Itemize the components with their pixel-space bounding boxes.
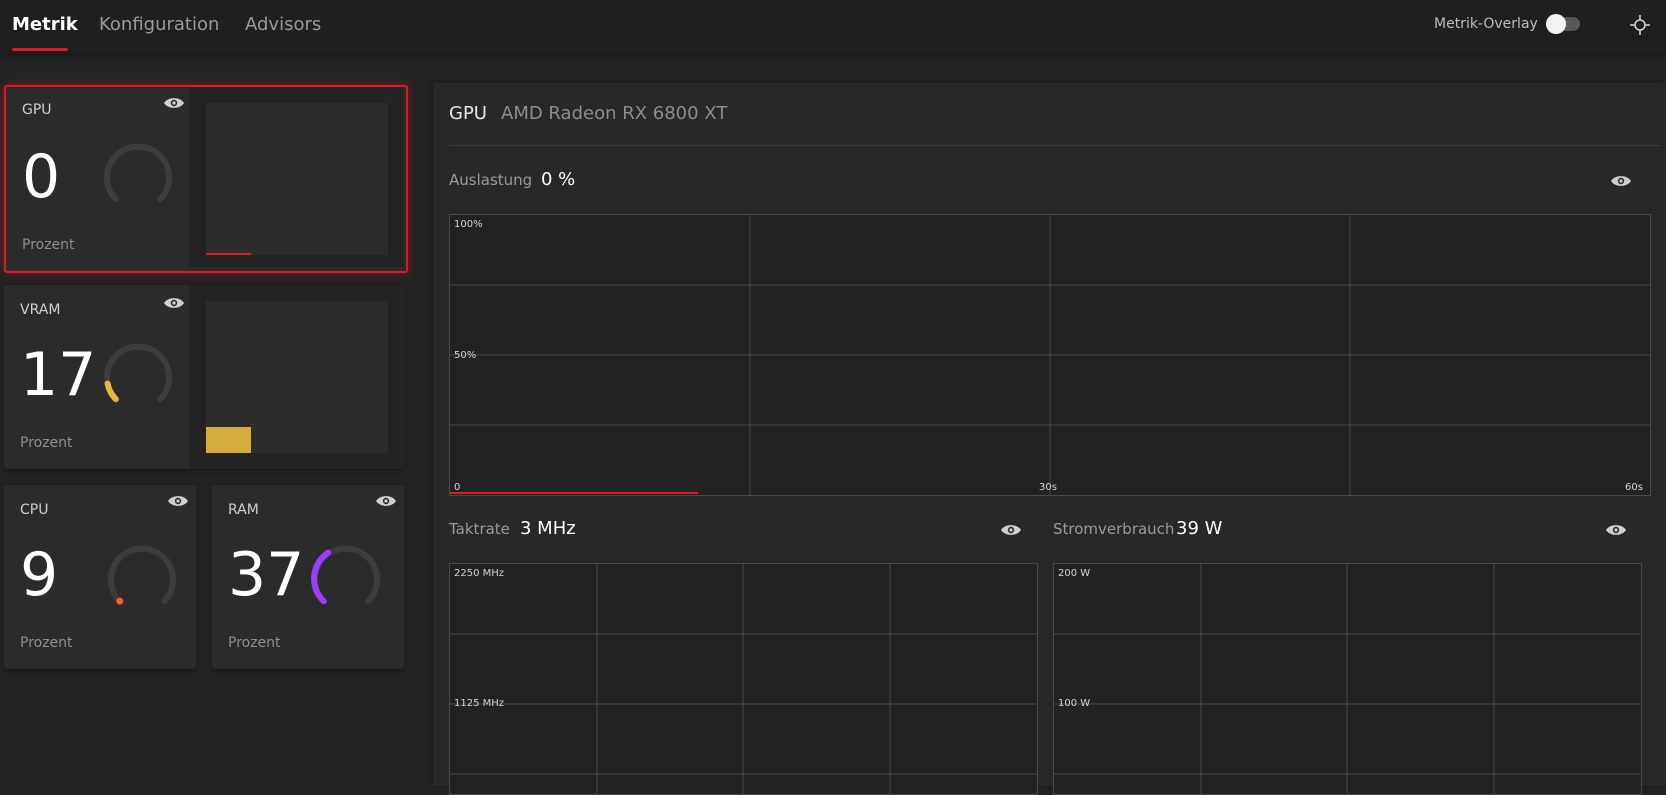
eye-icon[interactable] <box>163 296 185 310</box>
card-unit: Prozent <box>20 635 73 651</box>
crosshair-icon[interactable] <box>1630 15 1650 35</box>
y-tick-label: 1125 MHz <box>454 698 505 709</box>
cpu-gauge <box>108 545 176 605</box>
card-unit: Prozent <box>20 435 73 451</box>
cpu-card[interactable]: CPU 9 Prozent <box>4 485 196 669</box>
utilization-chart <box>449 214 1651 496</box>
power-chart <box>1053 563 1642 795</box>
y-tick-label: 50% <box>454 350 477 361</box>
card-title: VRAM <box>20 302 61 318</box>
gpu-value: 0 <box>22 142 61 212</box>
ram-value: 37 <box>228 540 305 610</box>
active-tab-indicator <box>12 48 68 51</box>
x-tick-label: 0 <box>454 482 461 493</box>
eye-icon[interactable] <box>375 494 397 508</box>
y-tick-label: 100% <box>454 219 483 230</box>
gpu-gauge <box>104 143 172 203</box>
vram-mini-panel <box>189 285 404 469</box>
eye-icon[interactable] <box>163 96 185 110</box>
eye-icon[interactable] <box>1000 523 1022 537</box>
vram-mini-chart <box>206 301 388 453</box>
tab-metrik[interactable]: Metrik <box>12 14 78 35</box>
gpu-detail-panel: GPU AMD Radeon RX 6800 XT Auslastung 0 %… <box>433 83 1666 795</box>
eye-icon[interactable] <box>1605 523 1627 537</box>
gpu-mini-line <box>206 253 251 255</box>
clock-value: 3 MHz <box>520 518 576 539</box>
divider <box>449 145 1661 146</box>
x-tick-label: 30s <box>1039 482 1057 493</box>
y-tick-label: 200 W <box>1058 568 1091 579</box>
card-unit: Prozent <box>228 635 281 651</box>
card-title: CPU <box>20 502 49 518</box>
y-tick-label: 100 W <box>1058 698 1091 709</box>
eye-icon[interactable] <box>1610 174 1632 188</box>
cpu-value: 9 <box>20 540 59 610</box>
power-value: 39 W <box>1176 518 1223 539</box>
utilization-value: 0 % <box>541 169 576 190</box>
metrik-overlay-label: Metrik-Overlay <box>1434 16 1538 32</box>
y-tick-label: 2250 MHz <box>454 568 505 579</box>
toggle-knob[interactable] <box>1546 14 1566 34</box>
clock-chart <box>449 563 1038 795</box>
vram-mini-bar <box>206 427 251 453</box>
detail-title: GPU <box>449 103 487 124</box>
vram-card[interactable]: VRAM 17 Prozent <box>4 285 404 469</box>
device-name: AMD Radeon RX 6800 XT <box>501 103 728 124</box>
clock-label: Taktrate <box>449 520 510 538</box>
power-label: Stromverbrauch <box>1053 520 1175 538</box>
ram-card[interactable]: RAM 37 Prozent <box>212 485 404 669</box>
utilization-label: Auslastung <box>449 171 533 189</box>
eye-icon[interactable] <box>167 494 189 508</box>
gpu-mini-chart <box>206 103 388 255</box>
card-title: GPU <box>22 102 52 118</box>
tab-konfiguration[interactable]: Konfiguration <box>99 14 219 35</box>
tab-advisors[interactable]: Advisors <box>245 14 321 35</box>
ram-gauge <box>311 545 380 605</box>
x-tick-label: 60s <box>1625 482 1643 493</box>
gpu-card[interactable]: GPU 0 Prozent <box>4 85 408 273</box>
vram-value: 17 <box>20 340 97 410</box>
vram-gauge <box>104 343 172 403</box>
gpu-mini-panel <box>189 87 404 267</box>
card-title: RAM <box>228 502 259 518</box>
card-unit: Prozent <box>22 237 75 253</box>
top-bar: Metrik Konfiguration Advisors Metrik-Ove… <box>0 0 1666 54</box>
